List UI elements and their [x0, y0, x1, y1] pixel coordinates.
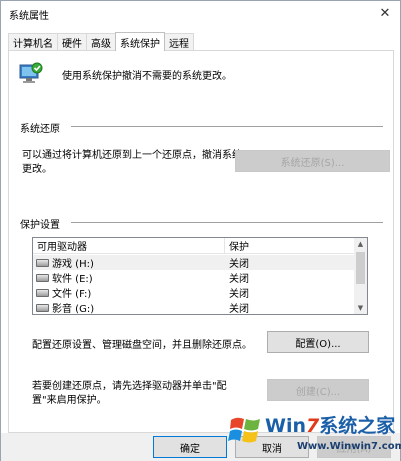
drive-name-cell: 影音 (G:) — [33, 300, 225, 315]
scroll-down-icon[interactable]: ▼ — [354, 302, 367, 314]
watermark-brand-seven: 7 — [306, 415, 320, 437]
system-restore-button[interactable]: 系统还原(S)... — [235, 150, 390, 172]
create-description: 若要创建还原点，请先选择驱动器并单击"配置"来启用保护。 — [32, 381, 227, 406]
drive-status: 关闭 — [229, 304, 249, 315]
windows-logo-icon — [228, 417, 260, 443]
drive-name-cell: 文件 (F:) — [33, 285, 225, 300]
drive-status: 关闭 — [229, 274, 249, 285]
drive-name: 游戏 (H:) — [52, 259, 94, 270]
drive-list-scrollbar[interactable]: ▲ ▼ — [354, 238, 367, 314]
drive-name-cell: 软件 (E:) — [33, 270, 225, 285]
column-header-protection[interactable]: 保护 — [225, 238, 355, 253]
tab-strip: 计算机名 硬件 高级 系统保护 远程 — [8, 32, 194, 51]
watermark-brand: Win7系统之家 — [265, 411, 395, 438]
system-protection-icon — [18, 61, 44, 85]
system-properties-window: 系统属性 ✕ 计算机名 硬件 高级 系统保护 远程 使用系统保护撤消不需要的系统… — [0, 0, 401, 461]
drive-name: 文件 (F:) — [52, 289, 92, 300]
close-button[interactable]: ✕ — [374, 3, 396, 23]
drive-row[interactable]: 软件 (E:) 关闭 — [33, 270, 355, 285]
config-description: 配置还原设置、管理磁盘空间，并且删除还原点。 — [32, 340, 252, 351]
title-bar: 系统属性 ✕ — [1, 1, 400, 27]
tab-computer-name[interactable]: 计算机名 — [8, 33, 58, 51]
restore-group-divider — [71, 126, 383, 127]
tab-hardware[interactable]: 硬件 — [57, 33, 87, 51]
restore-description: 可以通过将计算机还原到上一个还原点，撤消系统更改。 — [22, 150, 242, 175]
drive-icon — [36, 258, 49, 267]
watermark-brand-suffix: 系统之家 — [319, 415, 396, 437]
drive-list-header: 可用驱动器 保护 — [33, 238, 355, 254]
configure-button[interactable]: 配置(O)... — [267, 331, 369, 353]
tab-remote[interactable]: 远程 — [164, 33, 194, 51]
protection-group-divider — [71, 222, 383, 223]
ok-button[interactable]: 确定 — [153, 436, 227, 458]
tab-advanced[interactable]: 高级 — [86, 33, 116, 51]
scroll-thumb[interactable] — [356, 252, 365, 284]
watermark-url: Www.Winwin7.com — [297, 441, 401, 452]
drive-name: 软件 (E:) — [52, 274, 93, 285]
drive-list[interactable]: 可用驱动器 保护 游戏 (H:) 关闭 软件 (E:) 关闭 文件 (F:) 关… — [32, 237, 368, 315]
drive-status: 关闭 — [229, 259, 249, 270]
window-title: 系统属性 — [9, 11, 49, 22]
scroll-up-icon[interactable]: ▲ — [354, 238, 367, 250]
drive-icon — [36, 303, 49, 312]
watermark-brand-prefix: Win — [265, 415, 306, 437]
drive-name: 影音 (G:) — [52, 304, 95, 315]
drive-row[interactable]: 游戏 (H:) 关闭 — [33, 255, 355, 270]
header-description: 使用系统保护撤消不需要的系统更改。 — [62, 71, 232, 82]
site-watermark: Win7系统之家 Www.Winwin7.com — [223, 409, 401, 461]
column-header-drive[interactable]: 可用驱动器 — [33, 238, 225, 253]
drive-row[interactable]: 影音 (G:) 关闭 — [33, 300, 355, 315]
drive-icon — [36, 273, 49, 282]
drive-row[interactable]: 文件 (F:) 关闭 — [33, 285, 355, 300]
restore-group-title: 系统还原 — [20, 120, 66, 135]
drive-icon — [36, 288, 49, 297]
create-button[interactable]: 创建(C)... — [267, 379, 369, 401]
drive-status: 关闭 — [229, 289, 249, 300]
drive-rows: 游戏 (H:) 关闭 软件 (E:) 关闭 文件 (F:) 关闭 影音 (G:)… — [33, 255, 355, 315]
drive-name-cell: 游戏 (H:) — [33, 255, 225, 270]
tab-system-protection[interactable]: 系统保护 — [115, 32, 165, 51]
protection-group-title: 保护设置 — [20, 216, 66, 231]
